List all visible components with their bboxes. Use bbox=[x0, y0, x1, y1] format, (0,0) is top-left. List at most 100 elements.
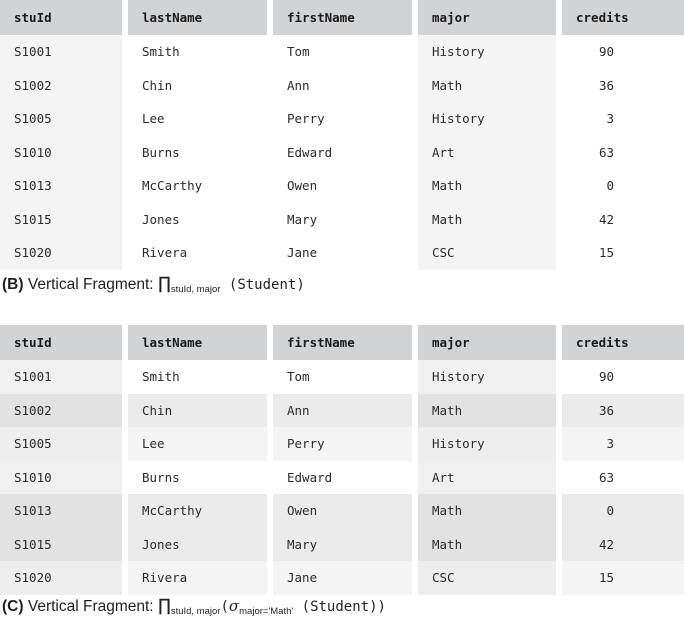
column-header-major: major bbox=[418, 0, 556, 35]
cell-firstname: Mary bbox=[273, 202, 412, 236]
cell-credits: 63 bbox=[562, 460, 684, 494]
cell-stuid: S1013 bbox=[0, 169, 122, 203]
cell-credits: 90 bbox=[562, 35, 684, 69]
credits-value: 0 bbox=[606, 503, 614, 519]
cell-credits: 3 bbox=[562, 427, 684, 461]
credits-value: 63 bbox=[598, 144, 614, 160]
table-body-c: S1001 Smith Tom History 90 S1002 Chin An… bbox=[0, 360, 684, 595]
column-header-firstname: firstName bbox=[273, 0, 412, 35]
credits-value: 15 bbox=[598, 245, 614, 261]
cell-firstname: Mary bbox=[273, 527, 412, 561]
column-header-major: major bbox=[418, 325, 556, 360]
cell-firstname: Tom bbox=[273, 360, 412, 394]
cell-major: CSC bbox=[418, 236, 556, 270]
table-row: S1020 Rivera Jane CSC 15 bbox=[0, 561, 684, 595]
cell-credits: 90 bbox=[562, 360, 684, 394]
cell-major: Art bbox=[418, 135, 556, 169]
cell-major: Math bbox=[418, 494, 556, 528]
cell-lastname: Lee bbox=[128, 427, 267, 461]
cell-major: History bbox=[418, 427, 556, 461]
cell-major: CSC bbox=[418, 561, 556, 595]
cell-credits: 36 bbox=[562, 68, 684, 102]
cell-stuid: S1001 bbox=[0, 35, 122, 69]
cell-stuid: S1001 bbox=[0, 360, 122, 394]
credits-value: 0 bbox=[606, 178, 614, 194]
cell-firstname: Perry bbox=[273, 102, 412, 136]
cell-stuid: S1013 bbox=[0, 494, 122, 528]
cell-stuid: S1020 bbox=[0, 561, 122, 595]
figure-label-b: (B) bbox=[2, 276, 24, 293]
cell-stuid: S1010 bbox=[0, 135, 122, 169]
credits-value: 42 bbox=[598, 211, 614, 227]
figure-caption-b: (B) Vertical Fragment: ∏stuId, major (St… bbox=[2, 276, 305, 295]
cell-credits: 42 bbox=[562, 202, 684, 236]
cell-stuid: S1020 bbox=[0, 236, 122, 270]
cell-stuid: S1002 bbox=[0, 68, 122, 102]
cell-lastname: Jones bbox=[128, 527, 267, 561]
projection-subscript: stuId, major bbox=[170, 606, 221, 617]
column-header-stuid: stuId bbox=[0, 0, 122, 35]
credits-value: 3 bbox=[606, 436, 614, 452]
figure-caption-text-b: Vertical Fragment: bbox=[27, 276, 154, 293]
column-header-lastname: lastName bbox=[128, 325, 267, 360]
credits-value: 90 bbox=[598, 369, 614, 385]
cell-firstname: Ann bbox=[273, 393, 412, 427]
cell-credits: 0 bbox=[562, 494, 684, 528]
cell-stuid: S1005 bbox=[0, 427, 122, 461]
cell-firstname: Edward bbox=[273, 460, 412, 494]
table-row: S1020 Rivera Jane CSC 15 bbox=[0, 236, 684, 270]
table-row-selected: S1015 Jones Mary Math 42 bbox=[0, 527, 684, 561]
cell-firstname: Perry bbox=[273, 427, 412, 461]
selection-subscript: major='Math' bbox=[239, 606, 294, 617]
column-header-credits: credits bbox=[562, 325, 684, 360]
cell-firstname: Edward bbox=[273, 135, 412, 169]
table-row: S1005 Lee Perry History 3 bbox=[0, 427, 684, 461]
cell-lastname: Rivera bbox=[128, 236, 267, 270]
open-paren: ( bbox=[220, 599, 229, 615]
table-vertical-fragment-b: stuId lastName firstName major credits S… bbox=[0, 0, 684, 270]
credits-value: 90 bbox=[598, 44, 614, 60]
cell-major: History bbox=[418, 360, 556, 394]
column-header-lastname: lastName bbox=[128, 0, 267, 35]
cell-credits: 36 bbox=[562, 393, 684, 427]
table-row: S1002 Chin Ann Math 36 bbox=[0, 68, 684, 102]
credits-value: 42 bbox=[598, 536, 614, 552]
cell-stuid: S1010 bbox=[0, 460, 122, 494]
figure-caption-text-c: Vertical Fragment: bbox=[27, 598, 154, 615]
table-row: S1005 Lee Perry History 3 bbox=[0, 102, 684, 136]
cell-stuid: S1015 bbox=[0, 527, 122, 561]
column-header-credits: credits bbox=[562, 0, 684, 35]
cell-major: Math bbox=[418, 202, 556, 236]
credits-value: 36 bbox=[598, 77, 614, 93]
table-row-selected: S1002 Chin Ann Math 36 bbox=[0, 393, 684, 427]
projection-operand: (Student) bbox=[228, 277, 305, 293]
cell-lastname: Rivera bbox=[128, 561, 267, 595]
figure-caption-c: (C) Vertical Fragment: ∏stuId, major(σma… bbox=[2, 598, 386, 617]
cell-credits: 63 bbox=[562, 135, 684, 169]
cell-major: Math bbox=[418, 527, 556, 561]
column-header-firstname: firstName bbox=[273, 325, 412, 360]
table-body-b: S1001 Smith Tom History 90 S1002 Chin An… bbox=[0, 35, 684, 270]
table-row: S1001 Smith Tom History 90 bbox=[0, 35, 684, 69]
cell-major: History bbox=[418, 35, 556, 69]
table-row: S1001 Smith Tom History 90 bbox=[0, 360, 684, 394]
cell-lastname: McCarthy bbox=[128, 494, 267, 528]
projection-symbol: ∏ bbox=[157, 274, 171, 294]
cell-stuid: S1005 bbox=[0, 102, 122, 136]
table-row: S1010 Burns Edward Art 63 bbox=[0, 460, 684, 494]
cell-firstname: Jane bbox=[273, 561, 412, 595]
selection-operand: (Student)) bbox=[301, 599, 386, 615]
cell-firstname: Ann bbox=[273, 68, 412, 102]
cell-stuid: S1002 bbox=[0, 393, 122, 427]
cell-lastname: Jones bbox=[128, 202, 267, 236]
cell-credits: 15 bbox=[562, 236, 684, 270]
cell-lastname: Chin bbox=[128, 393, 267, 427]
cell-lastname: Lee bbox=[128, 102, 267, 136]
credits-value: 63 bbox=[598, 469, 614, 485]
table-row: S1010 Burns Edward Art 63 bbox=[0, 135, 684, 169]
figure-page: stuId lastName firstName major credits S… bbox=[0, 0, 684, 623]
figure-label-c: (C) bbox=[2, 598, 24, 615]
cell-lastname: Chin bbox=[128, 68, 267, 102]
cell-major: History bbox=[418, 102, 556, 136]
cell-firstname: Tom bbox=[273, 35, 412, 69]
